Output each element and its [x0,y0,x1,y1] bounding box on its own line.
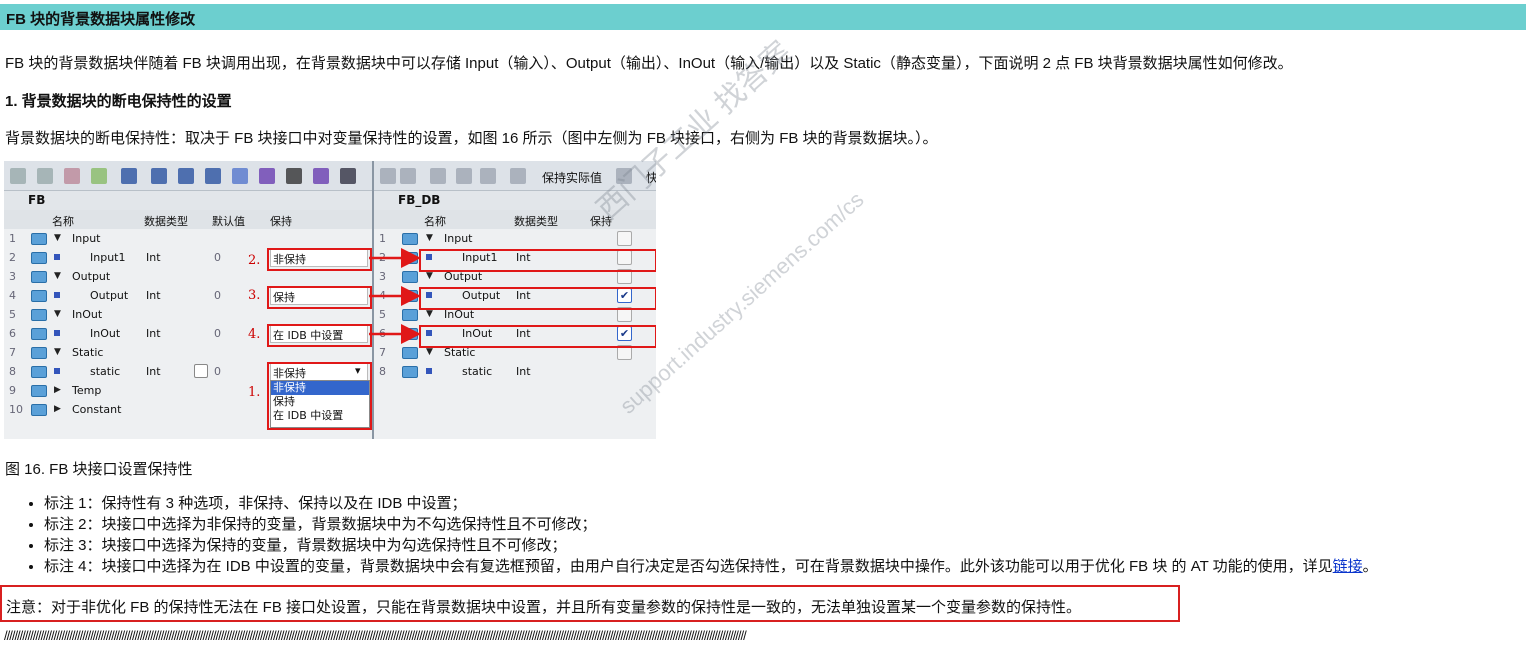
option-non-retain[interactable]: 非保持 [271,381,369,395]
figure-16-screenshot: FB 名称 数据类型 默认值 保持 1 ▼ Input 2 Input1 Int 0 非保持 3 ▼ Out… [4,161,656,439]
bullet4-end: 。 [1362,558,1378,575]
option-set-in-idb[interactable]: 在 IDB 中设置 [271,409,369,423]
section-title: FB 块的背景数据块属性修改 [6,11,196,28]
subsection-description: 背景数据块的断电保持性：取决于 FB 块接口中对变量保持性的设置，如图 16 所… [5,130,938,147]
annotation-list: 标注 1：保持性有 3 种选项，非保持、保持以及在 IDB 中设置； 标注 2：… [0,492,1378,576]
section-header: FB 块的背景数据块属性修改 [0,4,1526,30]
intro-paragraph: FB 块的背景数据块伴随着 FB 块调用出现，在背景数据块中可以存储 Input… [5,55,1293,72]
list-item: 标注 2：块接口中选择为非保持的变量，背景数据块中为不勾选保持性且不可修改； [44,513,1378,534]
subsection-heading: 1. 背景数据块的断电保持性的设置 [5,93,232,110]
separator-line: ////////////////////////////////////////… [4,628,747,643]
detail-link[interactable]: 链接 [1333,558,1363,575]
list-item: 标注 3：块接口中选择为保持的变量，背景数据块中为勾选保持性且不可修改； [44,534,1378,555]
list-item: 标注 4：块接口中选择为在 IDB 中设置的变量，背景数据块中会有复选框预留，由… [44,555,1378,576]
list-item: 标注 1：保持性有 3 种选项，非保持、保持以及在 IDB 中设置； [44,492,1378,513]
option-retain[interactable]: 保持 [271,395,369,409]
note-text: 注意：对于非优化 FB 的保持性无法在 FB 接口处设置，只能在背景数据块中设置… [6,599,1082,616]
figure-caption: 图 16. FB 块接口设置保持性 [5,461,193,478]
retain-dropdown-list[interactable]: 非保持 保持 在 IDB 中设置 [270,380,370,428]
watermark: 西门子工业 找答案 [591,35,798,227]
note-box: 注意：对于非优化 FB 的保持性无法在 FB 接口处设置，只能在背景数据块中设置… [0,585,1180,622]
bullet4-text: 标注 4：块接口中选择为在 IDB 中设置的变量，背景数据块中会有复选框预留，由… [44,558,1333,575]
